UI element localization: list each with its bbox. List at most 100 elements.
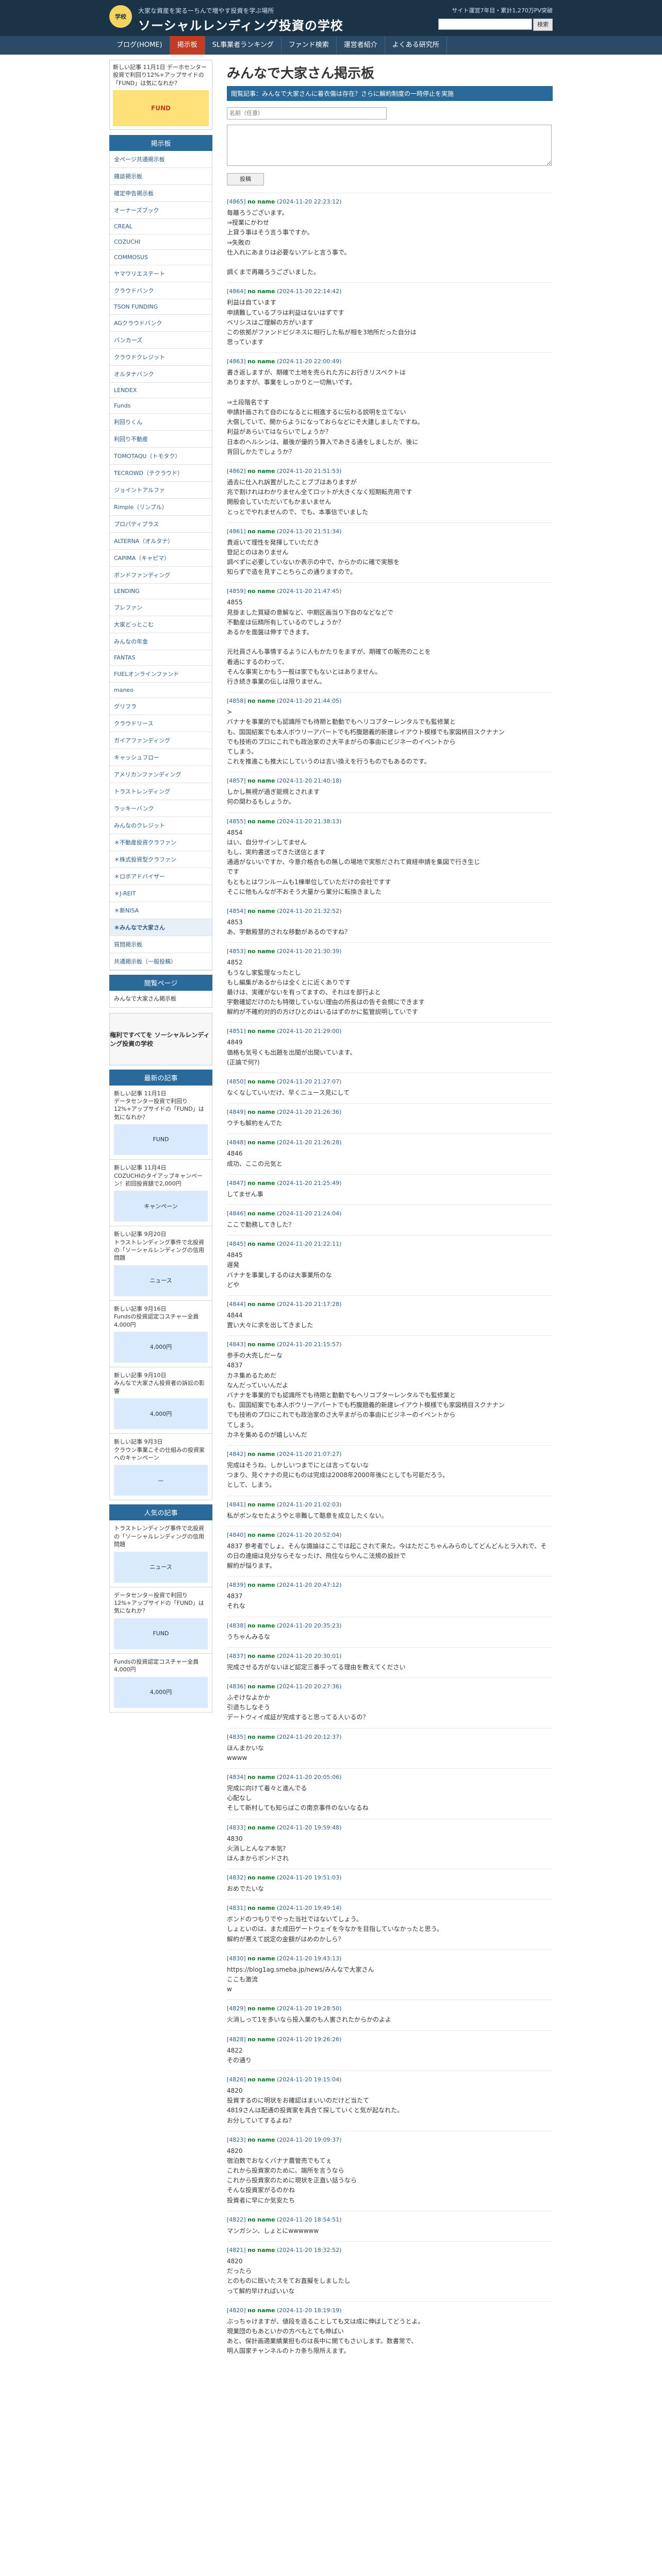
board-item[interactable]: ガイアファンディング: [110, 732, 212, 750]
nav-lab[interactable]: よくある研究所: [385, 36, 447, 55]
board-item[interactable]: COMMOSUS: [110, 250, 212, 266]
board-item[interactable]: TECROWD（テクラウド）: [110, 465, 212, 482]
post-id[interactable]: [4823]: [227, 2137, 246, 2143]
post-id[interactable]: [4842]: [227, 1451, 246, 1458]
post-id[interactable]: [4859]: [227, 588, 246, 595]
board-item[interactable]: COZUCHI: [110, 234, 212, 250]
post-id[interactable]: [4865]: [227, 198, 246, 205]
board-item[interactable]: ＊J-REIT: [110, 885, 212, 903]
nav-board[interactable]: 掲示板: [170, 36, 205, 55]
post-id[interactable]: [4834]: [227, 1774, 246, 1781]
board-item[interactable]: 共通掲示板（一般投稿）: [110, 953, 212, 971]
post-id[interactable]: [4863]: [227, 358, 246, 365]
popular-article[interactable]: トラストレンディング事件で北投資の「ソーシャルレンディングの信用問題 ニュース: [109, 1520, 212, 1587]
latest-article[interactable]: 新しい記事 11月1日 データセンター投資で利回り12%+アップサイドの「FUN…: [109, 1085, 212, 1160]
post-id[interactable]: [4829]: [227, 2005, 246, 2012]
post-id[interactable]: [4855]: [227, 818, 246, 825]
post-id[interactable]: [4840]: [227, 1532, 246, 1538]
post-id[interactable]: [4835]: [227, 1734, 246, 1740]
board-item[interactable]: トラストレンディング: [110, 783, 212, 801]
post-id[interactable]: [4857]: [227, 777, 246, 784]
board-item[interactable]: TSON FUNDING: [110, 299, 212, 315]
board-item[interactable]: maneo: [110, 683, 212, 699]
board-item[interactable]: クラウドクレジット: [110, 349, 212, 366]
post-id[interactable]: [4832]: [227, 1874, 246, 1881]
popular-article[interactable]: データセンター投資で利回り12%+アップサイドの「FUND」は気になれか？ FU…: [109, 1587, 212, 1654]
post-id[interactable]: [4861]: [227, 528, 246, 535]
board-item[interactable]: 利回り不動産: [110, 431, 212, 448]
board-item[interactable]: オーナーズブック: [110, 202, 212, 219]
post-id[interactable]: [4848]: [227, 1139, 246, 1146]
site-logo[interactable]: 学校: [109, 5, 132, 28]
nav-fund-search[interactable]: ファンド検索: [282, 36, 337, 55]
board-item[interactable]: 確定申告掲示板: [110, 185, 212, 202]
board-item[interactable]: CREAL: [110, 219, 212, 235]
board-item[interactable]: クラウドバンク: [110, 282, 212, 300]
search-button[interactable]: 検索: [533, 19, 553, 31]
search-input[interactable]: [438, 19, 532, 30]
post-button[interactable]: 投稿: [227, 173, 264, 185]
post-id[interactable]: [4833]: [227, 1824, 246, 1831]
board-item[interactable]: 雑談掲示板: [110, 168, 212, 185]
latest-article[interactable]: 新しい記事 9月3日 クラウン事業こその仕組みの投資家へのキャンペーン —: [109, 1434, 212, 1501]
board-item[interactable]: LENDEX: [110, 383, 212, 399]
post-id[interactable]: [4849]: [227, 1109, 246, 1115]
board-item[interactable]: ヤマワリエステート: [110, 265, 212, 283]
post-id[interactable]: [4831]: [227, 1905, 246, 1911]
thread-subtitle[interactable]: 閲覧記事：みんなで大家さんに着衣傷は存在？さらに解約制度の一時停止を実施: [227, 86, 553, 101]
board-item[interactable]: オルタナバンク: [110, 366, 212, 383]
post-id[interactable]: [4839]: [227, 1582, 246, 1588]
latest-article[interactable]: 新しい記事 9月20日 トラストレンディング事件で北投資の「ソーシャルレンディン…: [109, 1226, 212, 1301]
board-item[interactable]: AGクラウドバンク: [110, 315, 212, 332]
post-id[interactable]: [4821]: [227, 2247, 246, 2253]
message-textarea[interactable]: [227, 125, 552, 166]
latest-article[interactable]: 新しい記事 11月4日 COZUCHIのタイアップキャンペーン！初回投資額で2,…: [109, 1160, 212, 1227]
post-id[interactable]: [4838]: [227, 1622, 246, 1629]
board-item-current[interactable]: ＊みんなで大家さん: [110, 919, 212, 937]
post-id[interactable]: [4864]: [227, 288, 246, 295]
post-id[interactable]: [4851]: [227, 1028, 246, 1035]
board-item[interactable]: FANTAS: [110, 650, 212, 666]
board-item[interactable]: 利回りくん: [110, 414, 212, 431]
board-item[interactable]: 大家どっとこむ: [110, 616, 212, 634]
post-id[interactable]: [4822]: [227, 2216, 246, 2223]
board-item[interactable]: キャッシュフロー: [110, 749, 212, 767]
post-id[interactable]: [4841]: [227, 1501, 246, 1508]
board-item[interactable]: ジョイントアルファ: [110, 482, 212, 499]
sidebar-banner[interactable]: 権利ですべてを ソーシャルレンディング投資の学校: [109, 1012, 212, 1065]
board-item[interactable]: ＊不動産投資クラファン: [110, 834, 212, 852]
nav-operator[interactable]: 運営者紹介: [337, 36, 385, 55]
board-item[interactable]: ラッキーバンク: [110, 800, 212, 818]
post-id[interactable]: [4862]: [227, 468, 246, 474]
board-item[interactable]: ALTERNA（オルタナ）: [110, 533, 212, 550]
post-id[interactable]: [4850]: [227, 1078, 246, 1085]
board-item[interactable]: TOMOTAQU（トモタク）: [110, 448, 212, 465]
board-item[interactable]: FUELオンラインファンド: [110, 666, 212, 683]
nav-ranking[interactable]: SL事業者ランキング: [205, 36, 282, 55]
board-item[interactable]: ＊株式投資型クラファン: [110, 851, 212, 869]
board-item[interactable]: グリフラ: [110, 698, 212, 716]
post-id[interactable]: [4820]: [227, 2307, 246, 2314]
board-item[interactable]: ＊新NISA: [110, 902, 212, 920]
post-id[interactable]: [4847]: [227, 1180, 246, 1187]
board-item[interactable]: CAPIMA（キャピマ）: [110, 550, 212, 567]
board-item[interactable]: ブレファン: [110, 599, 212, 617]
nav-home[interactable]: ブログ(HOME): [109, 36, 170, 55]
board-item[interactable]: 質問掲示板: [110, 936, 212, 954]
board-item[interactable]: プロパティプラス: [110, 516, 212, 533]
board-item[interactable]: バンカーズ: [110, 332, 212, 349]
post-id[interactable]: [4858]: [227, 698, 246, 704]
post-id[interactable]: [4837]: [227, 1653, 246, 1659]
board-item[interactable]: Funds: [110, 398, 212, 414]
popular-article[interactable]: Fundsの投資認定コスチャー全員4,000円 4,000円: [109, 1653, 212, 1713]
board-item[interactable]: 全ページ共通掲示板: [110, 151, 212, 168]
post-id[interactable]: [4836]: [227, 1683, 246, 1690]
board-item[interactable]: みんなの年金: [110, 633, 212, 651]
latest-article[interactable]: 新しい記事 9月10日 みんなで大家さん投資者の訴訟の影響 4,000円: [109, 1367, 212, 1434]
post-id[interactable]: [4845]: [227, 1241, 246, 1247]
latest-article[interactable]: 新しい記事 9月16日 Fundsの投資認定コスチャー全員4,000円 4,00…: [109, 1300, 212, 1368]
post-id[interactable]: [4853]: [227, 948, 246, 955]
post-id[interactable]: [4830]: [227, 1955, 246, 1962]
post-id[interactable]: [4843]: [227, 1341, 246, 1348]
board-item[interactable]: LENDING: [110, 584, 212, 600]
